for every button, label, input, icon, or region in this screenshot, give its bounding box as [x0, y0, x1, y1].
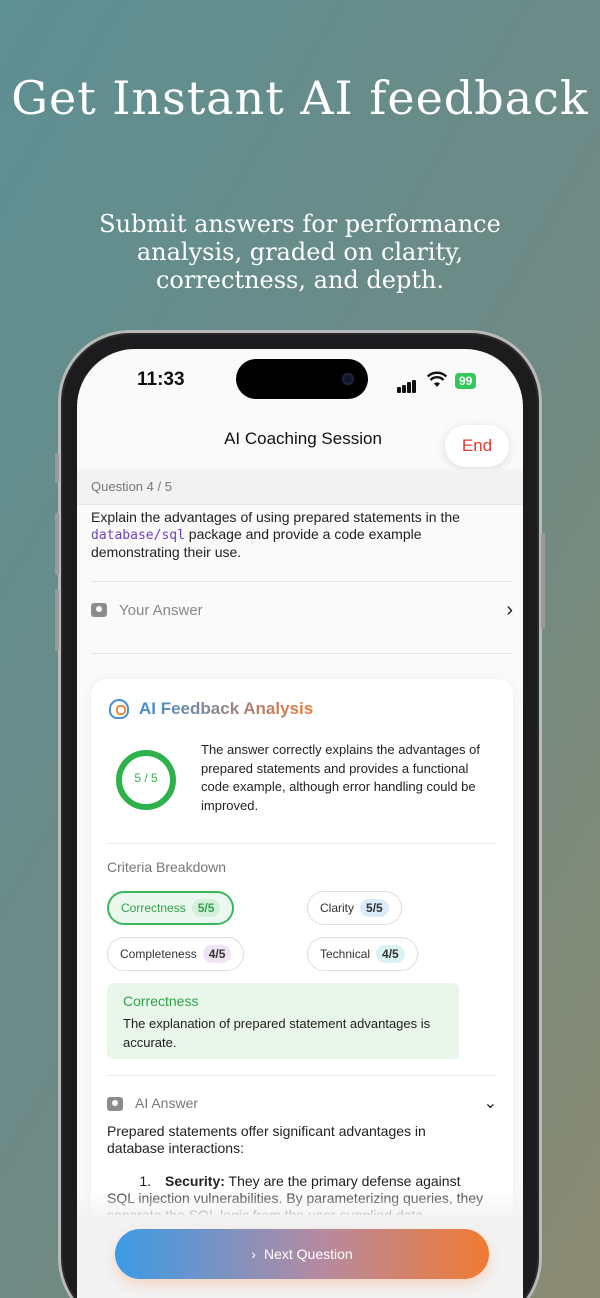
- camera-icon: [342, 373, 354, 385]
- criterion-chip-clarity[interactable]: Clarity 5/5: [307, 891, 402, 925]
- question-progress-bar: Question 4 / 5: [77, 469, 523, 505]
- chevron-down-icon: ⌄: [483, 1095, 497, 1112]
- criterion-name: Clarity: [320, 901, 355, 915]
- divider: [107, 843, 497, 844]
- score-label: 5 / 5: [134, 771, 158, 785]
- phone-side-button: [55, 589, 59, 651]
- feedback-title: AI Feedback Analysis: [139, 699, 314, 718]
- question-code: database/sql: [91, 528, 185, 543]
- criterion-name: Technical: [320, 947, 371, 961]
- question-text: Explain the advantages of using prepared…: [91, 509, 513, 561]
- feedback-summary: The answer correctly explains the advant…: [201, 742, 480, 813]
- end-session-button[interactable]: End: [445, 425, 509, 467]
- promo-headline: Get Instant AI feedback: [11, 71, 589, 125]
- divider: [107, 1075, 497, 1076]
- criterion-score: 5/5: [360, 899, 389, 917]
- feedback-card: AI Feedback Analysis 5 / 5 The answer co…: [91, 679, 513, 1249]
- wifi-icon: [427, 371, 447, 387]
- criterion-detail-title: Correctness: [123, 993, 199, 1009]
- criterion-name: Completeness: [120, 947, 197, 961]
- next-question-label: Next Question: [263, 1246, 353, 1262]
- criterion-score: 4/5: [376, 945, 405, 963]
- phone-side-button: [55, 513, 59, 575]
- chevron-right-icon: ›: [506, 599, 513, 621]
- criterion-chip-correctness[interactable]: Correctness 5/5: [107, 891, 235, 925]
- next-question-button[interactable]: › Next Question: [115, 1229, 489, 1279]
- promo-subhead: Submit answers for performance analysis,…: [99, 210, 501, 294]
- dynamic-island: [236, 359, 368, 399]
- phone-side-button: [541, 533, 545, 629]
- ai-answer-toggle[interactable]: AI Answer ⌄: [107, 1095, 497, 1117]
- your-answer-label: Your Answer: [119, 602, 203, 619]
- battery-icon: 99: [455, 373, 477, 389]
- status-bar: 11:33 99: [77, 349, 523, 409]
- criterion-chip-completeness[interactable]: Completeness 4/5: [107, 937, 245, 971]
- divider: [91, 653, 513, 654]
- criteria-title: Criteria Breakdown: [107, 859, 227, 875]
- app-screen: 11:33 99 AI Coaching Session End Questio…: [77, 349, 523, 1298]
- divider: [91, 581, 513, 582]
- brain-icon: [109, 699, 129, 719]
- phone-frame: 11:33 99 AI Coaching Session End Questio…: [55, 330, 545, 1298]
- criterion-score: 5/5: [191, 899, 221, 917]
- status-time: 11:33: [137, 369, 185, 390]
- criterion-detail: Correctness The explanation of prepared …: [107, 983, 459, 1059]
- ai-answer-item-number: 1.: [139, 1173, 151, 1189]
- ai-bubble-icon: [107, 1097, 123, 1111]
- signal-icon: [397, 375, 417, 393]
- user-bubble-icon: [91, 603, 107, 617]
- chevron-right-icon: ›: [251, 1246, 256, 1262]
- criterion-score: 4/5: [202, 945, 232, 963]
- question-text-start: Explain the advantages of using prepared…: [91, 509, 460, 525]
- ai-answer-intro: Prepared statements offer significant ad…: [107, 1123, 426, 1156]
- ai-answer-item-title: Security:: [165, 1173, 225, 1189]
- phone-side-button: [55, 453, 59, 483]
- criterion-chip-technical[interactable]: Technical 4/5: [307, 937, 418, 971]
- criterion-name: Correctness: [121, 901, 186, 915]
- your-answer-row[interactable]: Your Answer ›: [91, 599, 513, 625]
- criterion-detail-text: The explanation of prepared statement ad…: [123, 1016, 431, 1050]
- ai-answer-label: AI Answer: [135, 1095, 199, 1111]
- question-counter: Question 4 / 5: [91, 479, 172, 494]
